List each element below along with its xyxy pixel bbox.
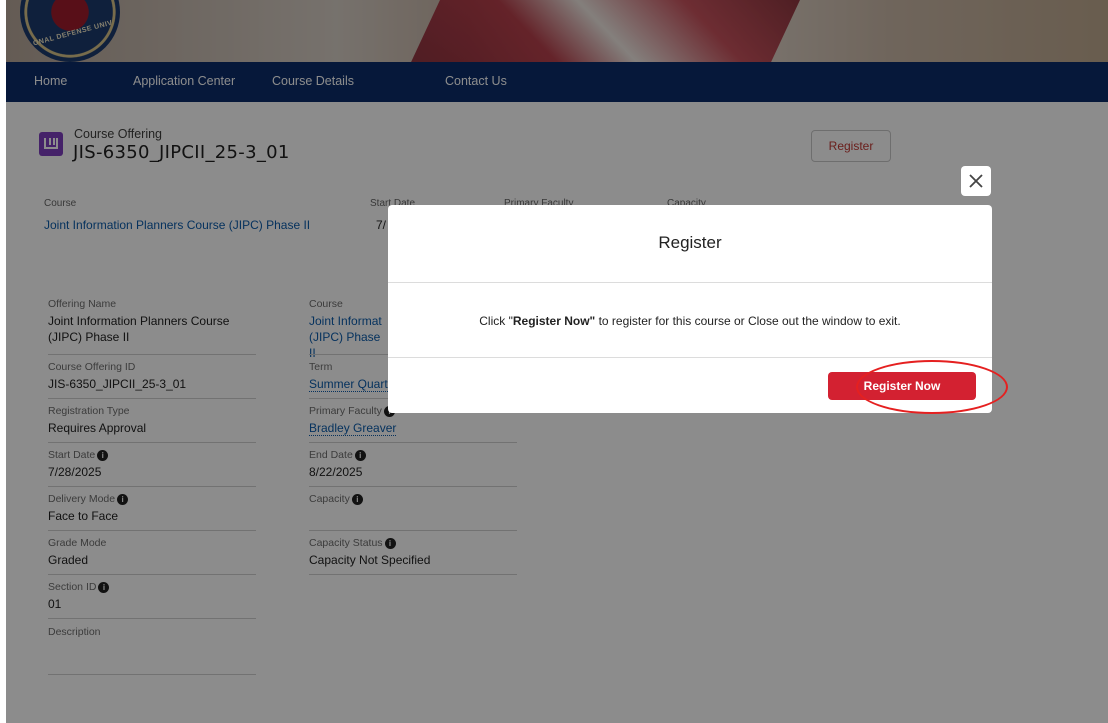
- modal-close-button[interactable]: [961, 166, 991, 196]
- message-suffix: to register for this course or Close out…: [595, 314, 901, 328]
- modal-message: Click "Register Now" to register for thi…: [388, 314, 992, 328]
- modal-header: Register: [388, 205, 992, 283]
- modal-title: Register: [658, 233, 722, 252]
- modal-body: Click "Register Now" to register for thi…: [388, 283, 992, 358]
- register-now-button[interactable]: Register Now: [828, 372, 976, 400]
- message-prefix: Click ": [479, 314, 513, 328]
- page-frame: ONAL DEFENSE UNIV Home Application Cente…: [6, 0, 1108, 723]
- close-icon: [969, 174, 983, 188]
- message-bold: Register Now": [512, 314, 596, 328]
